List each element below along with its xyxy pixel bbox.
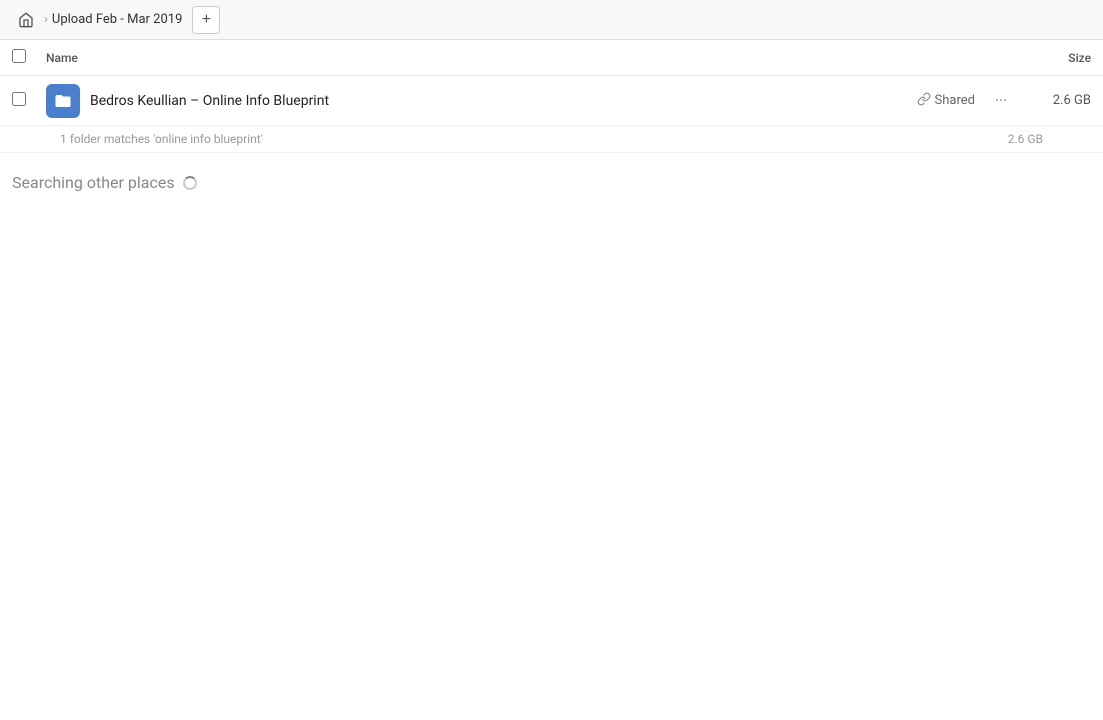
loading-spinner [183,176,197,190]
link-icon [917,92,931,110]
match-info-text: 1 folder matches 'online info blueprint' [60,132,983,146]
match-info-row: 1 folder matches 'online info blueprint'… [0,126,1103,153]
column-header-name: Name [46,51,1011,65]
breadcrumb-separator: › [44,12,48,27]
file-row[interactable]: Bedros Keullian – Online Info Blueprint … [0,76,1103,126]
topbar: › Upload Feb - Mar 2019 + [0,0,1103,40]
file-name: Bedros Keullian – Online Info Blueprint [90,93,917,109]
add-button[interactable]: + [192,6,220,34]
select-all-checkbox[interactable] [12,49,26,63]
column-header-row: Name Size [0,40,1103,76]
folder-icon-wrap [46,84,80,118]
row-checkbox-wrap[interactable] [12,91,36,110]
searching-section: Searching other places [0,153,1103,212]
searching-text: Searching other places [12,173,175,192]
home-button[interactable] [12,6,40,34]
more-icon: ··· [995,91,1008,110]
shared-indicator: Shared [917,92,975,110]
breadcrumb-title: Upload Feb - Mar 2019 [52,12,183,27]
shared-label: Shared [935,93,975,108]
file-size: 2.6 GB [1031,93,1091,108]
column-header-size: Size [1011,51,1091,65]
select-all-checkbox-wrap[interactable] [12,48,36,67]
more-options-button[interactable]: ··· [987,87,1015,115]
row-checkbox[interactable] [12,92,26,106]
match-info-size: 2.6 GB [983,132,1043,146]
